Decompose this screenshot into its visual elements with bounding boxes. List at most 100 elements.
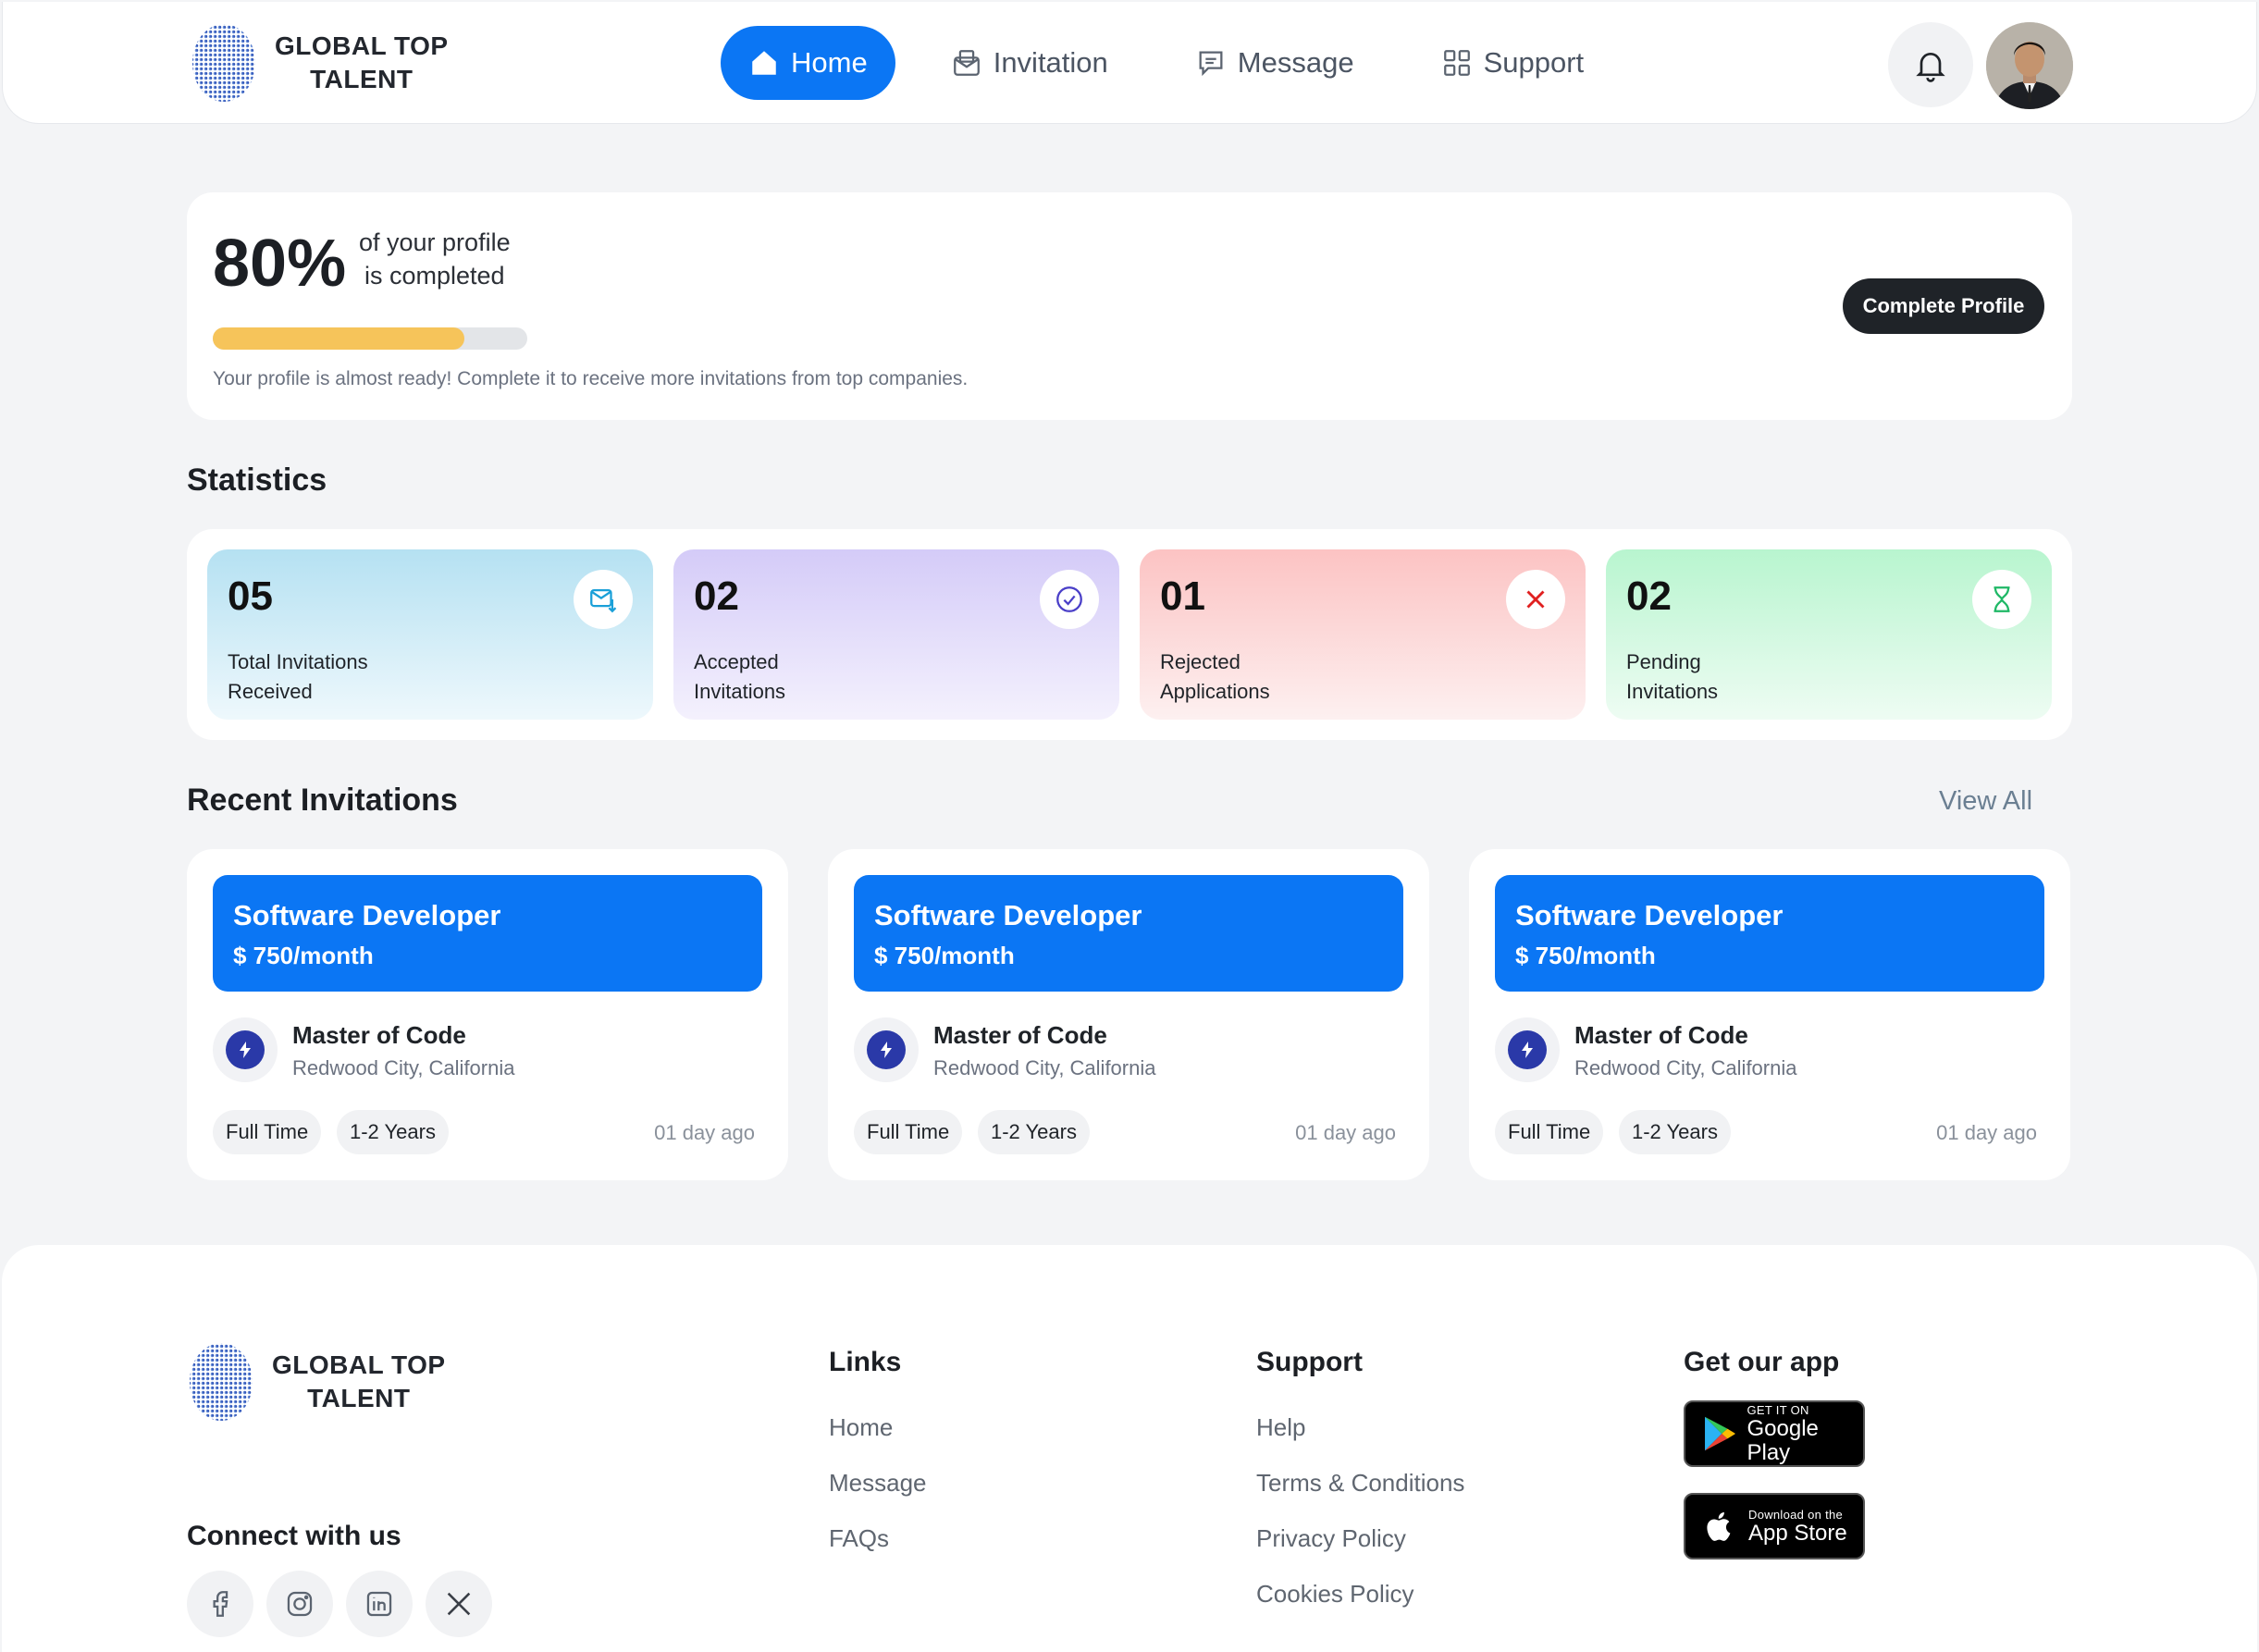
main-nav: Home Invitation Message Support — [721, 26, 1639, 100]
bell-icon — [1916, 53, 1945, 82]
user-avatar[interactable] — [1986, 22, 2073, 109]
globe-logo-icon — [190, 1343, 253, 1421]
nav-message-label: Message — [1237, 46, 1354, 79]
google-play-icon — [1705, 1416, 1735, 1451]
message-icon — [1199, 51, 1223, 77]
mail-download-icon — [574, 570, 633, 629]
footer-link-help[interactable]: Help — [1256, 1413, 1305, 1442]
profile-completion-card: 80% of your profile is completed Your pr… — [187, 192, 2072, 420]
check-circle-icon — [1040, 570, 1099, 629]
footer-brand-logo[interactable]: GLOBAL TOP TALENT — [187, 1339, 446, 1424]
nav-message[interactable]: Message — [1164, 26, 1386, 100]
instagram-icon — [287, 1591, 313, 1617]
profile-percent-caption: of your profile is completed — [359, 226, 511, 292]
grid-icon — [1443, 50, 1470, 76]
company-location: Redwood City, California — [292, 1056, 515, 1079]
profile-note: Your profile is almost ready! Complete i… — [213, 368, 969, 389]
experience-tag: 1-2 Years — [978, 1110, 1090, 1154]
support-heading: Support — [1256, 1347, 1363, 1377]
profile-caption-line-1: of your profile — [359, 228, 511, 256]
linkedin-button[interactable] — [346, 1571, 413, 1637]
stat-value: 02 — [694, 573, 739, 619]
app-store-button[interactable]: Download on the App Store — [1684, 1493, 1865, 1560]
x-button[interactable] — [426, 1571, 492, 1637]
experience-tag: 1-2 Years — [1619, 1110, 1731, 1154]
stat-total-invitations[interactable]: 05 Total Invitations Received — [207, 549, 653, 720]
job-type-tag: Full Time — [854, 1110, 963, 1154]
lightning-icon — [881, 1042, 892, 1058]
nav-home[interactable]: Home — [721, 26, 895, 100]
brand-logo[interactable]: GLOBAL TOP TALENT — [190, 20, 449, 105]
invitation-card[interactable]: Software Developer $ 750/month Master of… — [828, 849, 1429, 1180]
stat-label-line-2: Received — [228, 680, 313, 703]
invitation-card[interactable]: Software Developer $ 750/month Master of… — [1469, 849, 2070, 1180]
nav-home-label: Home — [791, 46, 868, 79]
stat-value: 02 — [1626, 573, 1672, 619]
stat-label-line-1: Pending — [1626, 650, 1701, 673]
get-app-heading: Get our app — [1684, 1347, 1840, 1377]
footer-link-terms[interactable]: Terms & Conditions — [1256, 1469, 1464, 1498]
experience-tag: 1-2 Years — [337, 1110, 449, 1154]
stat-label-line-2: Invitations — [694, 680, 786, 703]
stat-label-line-2: Invitations — [1626, 680, 1719, 703]
stat-label-line-2: Applications — [1160, 680, 1270, 703]
profile-progress-bar — [213, 327, 527, 350]
stat-label-line-1: Accepted — [694, 650, 779, 673]
x-icon — [447, 1592, 471, 1616]
lightning-icon — [1522, 1042, 1533, 1058]
footer-link-home[interactable]: Home — [829, 1413, 893, 1442]
invitation-header: Software Developer $ 750/month — [854, 875, 1403, 992]
footer-link-cookies[interactable]: Cookies Policy — [1256, 1580, 1414, 1609]
hourglass-icon — [1972, 570, 2031, 629]
job-title: Software Developer — [233, 899, 501, 931]
stat-pending-invitations[interactable]: 02 Pending Invitations — [1606, 549, 2052, 720]
stat-accepted-invitations[interactable]: 02 Accepted Invitations — [673, 549, 1119, 720]
job-title: Software Developer — [874, 899, 1142, 931]
invitation-card[interactable]: Software Developer $ 750/month Master of… — [187, 849, 788, 1180]
company-location: Redwood City, California — [1574, 1056, 1797, 1079]
connect-heading: Connect with us — [187, 1521, 401, 1551]
lightning-icon — [240, 1042, 251, 1058]
statistics-panel: 05 Total Invitations Received 02 Accepte… — [187, 529, 2072, 740]
linkedin-icon — [366, 1591, 392, 1617]
globe-logo-icon — [192, 24, 255, 102]
company-location: Redwood City, California — [933, 1056, 1156, 1079]
nav-invitation-label: Invitation — [993, 46, 1108, 79]
links-heading: Links — [829, 1347, 902, 1377]
instagram-button[interactable] — [266, 1571, 333, 1637]
invitation-icon — [953, 50, 980, 76]
company-logo — [854, 1017, 919, 1082]
google-play-button[interactable]: GET IT ON Google Play — [1684, 1400, 1865, 1467]
apple-icon — [1707, 1511, 1731, 1541]
footer-link-message[interactable]: Message — [829, 1469, 927, 1498]
google-play-big-text: Google Play — [1747, 1415, 1819, 1465]
google-play-small-text: GET IT ON — [1747, 1402, 1809, 1417]
footer-link-privacy[interactable]: Privacy Policy — [1256, 1524, 1406, 1553]
company-name: Master of Code — [292, 1021, 466, 1049]
profile-caption-line-2: is completed — [364, 262, 505, 290]
page-footer — [2, 1245, 2257, 1652]
avatar-image — [1986, 22, 2073, 109]
brand-line-1: GLOBAL TOP — [275, 31, 449, 60]
invitation-header: Software Developer $ 750/month — [1495, 875, 2044, 992]
recent-invitations-title: Recent Invitations — [187, 783, 458, 818]
app-store-big-text: App Store — [1748, 1520, 1847, 1546]
stat-label-line-1: Rejected — [1160, 650, 1241, 673]
nav-invitation[interactable]: Invitation — [920, 26, 1140, 100]
nav-support-label: Support — [1483, 46, 1585, 79]
complete-profile-button[interactable]: Complete Profile — [1843, 278, 2044, 334]
nav-support[interactable]: Support — [1410, 26, 1616, 100]
footer-link-faqs[interactable]: FAQs — [829, 1524, 889, 1553]
job-type-tag: Full Time — [1495, 1110, 1604, 1154]
stat-rejected-applications[interactable]: 01 Rejected Applications — [1140, 549, 1586, 720]
notifications-button[interactable] — [1888, 22, 1973, 107]
profile-progress-fill — [213, 327, 464, 350]
posted-time: 01 day ago — [1936, 1121, 2037, 1144]
profile-percent: 80% — [213, 227, 347, 301]
company-name: Master of Code — [933, 1021, 1107, 1049]
stat-label-line-1: Total Invitations — [228, 650, 368, 673]
stat-value: 05 — [228, 573, 273, 619]
company-name: Master of Code — [1574, 1021, 1748, 1049]
view-all-link[interactable]: View All — [1939, 786, 2032, 817]
facebook-button[interactable] — [187, 1571, 253, 1637]
